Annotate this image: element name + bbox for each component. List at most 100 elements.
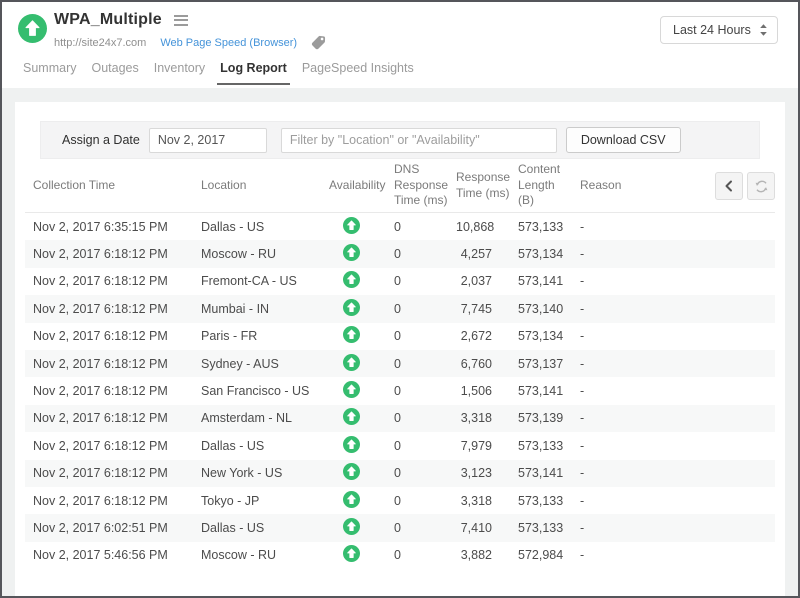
cell-availability bbox=[329, 326, 394, 346]
menu-icon[interactable] bbox=[172, 13, 190, 28]
cell-availability bbox=[329, 271, 394, 291]
cell-collection-time: Nov 2, 2017 6:18:12 PM bbox=[33, 466, 201, 480]
cell-response-time: 7,979 bbox=[456, 439, 518, 453]
availability-up-icon bbox=[343, 381, 360, 398]
monitor-type-link[interactable]: Web Page Speed (Browser) bbox=[160, 37, 297, 49]
tab-bar: Summary Outages Inventory Log Report PageSpe… bbox=[2, 60, 798, 88]
cell-dns-response-time: 0 bbox=[394, 247, 456, 261]
monitor-header: WPA_Multiple http://site24x7.com Web Pag… bbox=[2, 2, 798, 60]
cell-availability bbox=[329, 518, 394, 538]
cell-dns-response-time: 0 bbox=[394, 494, 456, 508]
cell-dns-response-time: 0 bbox=[394, 274, 456, 288]
cell-collection-time: Nov 2, 2017 6:35:15 PM bbox=[33, 220, 201, 234]
tab-inventory[interactable]: Inventory bbox=[151, 60, 208, 83]
table-row: Nov 2, 2017 6:18:12 PMNew York - US 03,1… bbox=[25, 460, 775, 487]
table-row: Nov 2, 2017 6:18:12 PMSydney - AUS 06,76… bbox=[25, 350, 775, 377]
cell-location: Paris - FR bbox=[201, 329, 329, 343]
cell-response-time: 2,672 bbox=[456, 329, 518, 343]
availability-up-icon bbox=[343, 271, 360, 288]
date-input[interactable] bbox=[149, 128, 267, 153]
cell-dns-response-time: 0 bbox=[394, 411, 456, 425]
monitor-url: http://site24x7.com bbox=[54, 37, 146, 49]
cell-content-length: 573,141 bbox=[518, 466, 580, 480]
cell-location: San Francisco - US bbox=[201, 384, 329, 398]
tab-log-report[interactable]: Log Report bbox=[217, 60, 290, 85]
availability-up-icon bbox=[343, 354, 360, 371]
cell-response-time: 4,257 bbox=[456, 247, 518, 261]
table-row: Nov 2, 2017 6:35:15 PMDallas - US 010,86… bbox=[25, 213, 775, 240]
availability-up-icon bbox=[343, 463, 360, 480]
cell-reason: - bbox=[580, 220, 775, 234]
cell-response-time: 6,760 bbox=[456, 357, 518, 371]
cell-dns-response-time: 0 bbox=[394, 521, 456, 535]
cell-availability bbox=[329, 408, 394, 428]
availability-up-icon bbox=[343, 491, 360, 508]
cell-location: Fremont-CA - US bbox=[201, 274, 329, 288]
app-window: WPA_Multiple http://site24x7.com Web Pag… bbox=[0, 0, 800, 598]
cell-collection-time: Nov 2, 2017 6:18:12 PM bbox=[33, 384, 201, 398]
cell-availability bbox=[329, 463, 394, 483]
tab-summary[interactable]: Summary bbox=[20, 60, 79, 83]
tab-outages[interactable]: Outages bbox=[88, 60, 141, 83]
filter-bar: Assign a Date Download CSV bbox=[40, 121, 760, 159]
col-location: Location bbox=[201, 178, 329, 194]
page-title: WPA_Multiple bbox=[54, 11, 162, 29]
cell-content-length: 573,133 bbox=[518, 494, 580, 508]
cell-availability bbox=[329, 545, 394, 565]
availability-up-icon bbox=[343, 518, 360, 535]
cell-response-time: 2,037 bbox=[456, 274, 518, 288]
filter-input[interactable] bbox=[281, 128, 557, 153]
cell-location: Amsterdam - NL bbox=[201, 411, 329, 425]
table-row: Nov 2, 2017 6:18:12 PMTokyo - JP 03,3185… bbox=[25, 487, 775, 514]
table-row: Nov 2, 2017 6:18:12 PMMoscow - RU 04,257… bbox=[25, 240, 775, 267]
cell-reason: - bbox=[580, 329, 775, 343]
table-header-row: Collection Time Location Availability DN… bbox=[25, 159, 775, 213]
cell-content-length: 573,133 bbox=[518, 521, 580, 535]
log-report-card: Assign a Date Download CSV Collection Ti… bbox=[15, 102, 785, 596]
cell-location: New York - US bbox=[201, 466, 329, 480]
cell-location: Mumbai - IN bbox=[201, 302, 329, 316]
cell-dns-response-time: 0 bbox=[394, 466, 456, 480]
availability-up-icon bbox=[343, 408, 360, 425]
content-background: Assign a Date Download CSV Collection Ti… bbox=[2, 88, 798, 596]
cell-collection-time: Nov 2, 2017 6:18:12 PM bbox=[33, 274, 201, 288]
availability-up-icon bbox=[343, 244, 360, 261]
up-down-arrows-icon bbox=[759, 23, 768, 37]
time-range-value: Last 24 Hours bbox=[673, 23, 751, 37]
col-collection-time: Collection Time bbox=[33, 178, 201, 194]
tag-icon[interactable] bbox=[311, 35, 326, 50]
monitor-status-up-icon bbox=[18, 14, 47, 43]
cell-response-time: 7,410 bbox=[456, 521, 518, 535]
cell-content-length: 573,137 bbox=[518, 357, 580, 371]
download-csv-button[interactable]: Download CSV bbox=[566, 127, 681, 153]
cell-reason: - bbox=[580, 357, 775, 371]
col-response-time: Response Time (ms) bbox=[456, 170, 518, 201]
refresh-button[interactable] bbox=[747, 172, 775, 200]
cell-location: Dallas - US bbox=[201, 220, 329, 234]
cell-availability bbox=[329, 217, 394, 237]
col-availability: Availability bbox=[329, 178, 394, 194]
cell-availability bbox=[329, 381, 394, 401]
cell-collection-time: Nov 2, 2017 6:02:51 PM bbox=[33, 521, 201, 535]
availability-up-icon bbox=[343, 299, 360, 316]
cell-response-time: 10,868 bbox=[456, 220, 518, 234]
pager-back-button[interactable] bbox=[715, 172, 743, 200]
cell-content-length: 573,133 bbox=[518, 439, 580, 453]
cell-reason: - bbox=[580, 274, 775, 288]
time-range-select[interactable]: Last 24 Hours bbox=[660, 16, 778, 44]
tab-pagespeed-insights[interactable]: PageSpeed Insights bbox=[299, 60, 417, 83]
table-row: Nov 2, 2017 6:18:12 PMDallas - US 07,979… bbox=[25, 432, 775, 459]
cell-dns-response-time: 0 bbox=[394, 384, 456, 398]
table-row: Nov 2, 2017 5:46:56 PMMoscow - RU 03,882… bbox=[25, 542, 775, 569]
col-dns-response-time: DNS Response Time (ms) bbox=[394, 162, 456, 209]
cell-response-time: 1,506 bbox=[456, 384, 518, 398]
cell-content-length: 573,139 bbox=[518, 411, 580, 425]
cell-content-length: 573,141 bbox=[518, 384, 580, 398]
cell-response-time: 3,882 bbox=[456, 548, 518, 562]
cell-response-time: 3,318 bbox=[456, 411, 518, 425]
cell-dns-response-time: 0 bbox=[394, 548, 456, 562]
cell-reason: - bbox=[580, 247, 775, 261]
cell-response-time: 7,745 bbox=[456, 302, 518, 316]
cell-dns-response-time: 0 bbox=[394, 220, 456, 234]
log-table: Collection Time Location Availability DN… bbox=[25, 159, 775, 569]
